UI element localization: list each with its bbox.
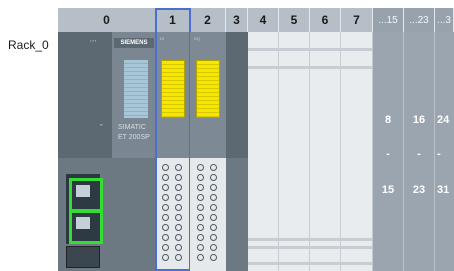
collapsed-slots-8-15[interactable]: 8 - 15 — [373, 32, 404, 271]
module-1-terminal-block — [156, 158, 190, 271]
collapsed-range-start: 24 — [437, 114, 450, 126]
slot-header-4[interactable]: 4 — [248, 8, 279, 32]
collapsed-range-end: 23 — [412, 184, 426, 196]
module-2-label-strip — [196, 60, 220, 118]
module-1-type: DI — [160, 36, 164, 41]
status-leds: ▪▪ — [100, 122, 103, 127]
collapsed-range-separator: - — [386, 148, 390, 160]
ethernet-port-2-icon[interactable] — [69, 210, 103, 244]
io-module-slot-1[interactable]: DI — [156, 32, 190, 271]
empty-slot-7[interactable] — [341, 32, 373, 271]
collapsed-range-separator: - — [417, 148, 421, 160]
empty-slot-6[interactable] — [310, 32, 341, 271]
collapsed-range-end: 31 — [437, 184, 450, 196]
collapsed-slots-24-31[interactable]: 24 - 31 — [435, 32, 454, 271]
server-module: • ▪ ▪ ▪▪ — [58, 32, 112, 158]
slot-header-1[interactable]: 1 — [156, 8, 190, 32]
cpu-label-strip — [124, 60, 148, 118]
empty-slot-5[interactable] — [279, 32, 310, 271]
siemens-brand: SIEMENS — [114, 38, 154, 48]
module-2-type: DQ — [194, 36, 200, 41]
slot-header-2[interactable]: 2 — [190, 8, 226, 32]
server-module-base — [226, 158, 248, 271]
slot-header-6[interactable]: 6 — [310, 8, 341, 32]
cpu-model-text: ET 200SP — [118, 134, 150, 141]
collapsed-range-end: 15 — [381, 184, 395, 196]
power-terminal-icon — [66, 246, 100, 268]
module-2-terminal-block — [190, 158, 226, 271]
collapsed-range-start: 16 — [412, 114, 426, 126]
cpu-module[interactable]: • ▪ ▪ ▪▪ SIEMENS SIMATIC ET 200SP — [58, 32, 156, 271]
slot-header-3[interactable]: 3 — [226, 8, 248, 32]
slot-header-0[interactable]: 0 — [58, 8, 156, 32]
server-label-text: • ▪ ▪ — [90, 38, 97, 43]
slot-header-7[interactable]: 7 — [341, 8, 373, 32]
rack-label[interactable]: Rack_0 — [8, 38, 49, 52]
server-module-slot-3[interactable] — [226, 32, 248, 271]
ethernet-port-block — [66, 174, 103, 244]
slot-header-5[interactable]: 5 — [279, 8, 310, 32]
collapsed-slots-16-23[interactable]: 16 - 23 — [404, 32, 435, 271]
empty-slot-4[interactable] — [248, 32, 279, 271]
cpu-family-text: SIMATIC — [118, 124, 146, 131]
ethernet-port-1-icon[interactable] — [69, 178, 103, 212]
collapsed-range-separator: - — [437, 148, 441, 160]
io-module-slot-2[interactable]: DQ — [190, 32, 226, 271]
collapsed-range-start: 8 — [384, 114, 392, 126]
module-1-label-strip — [161, 60, 185, 118]
slot-header-ext-15[interactable]: ...15 — [373, 8, 404, 32]
slot-header-ext-31[interactable]: ...3 — [435, 8, 454, 32]
slot-header-ext-23[interactable]: ...23 — [404, 8, 435, 32]
